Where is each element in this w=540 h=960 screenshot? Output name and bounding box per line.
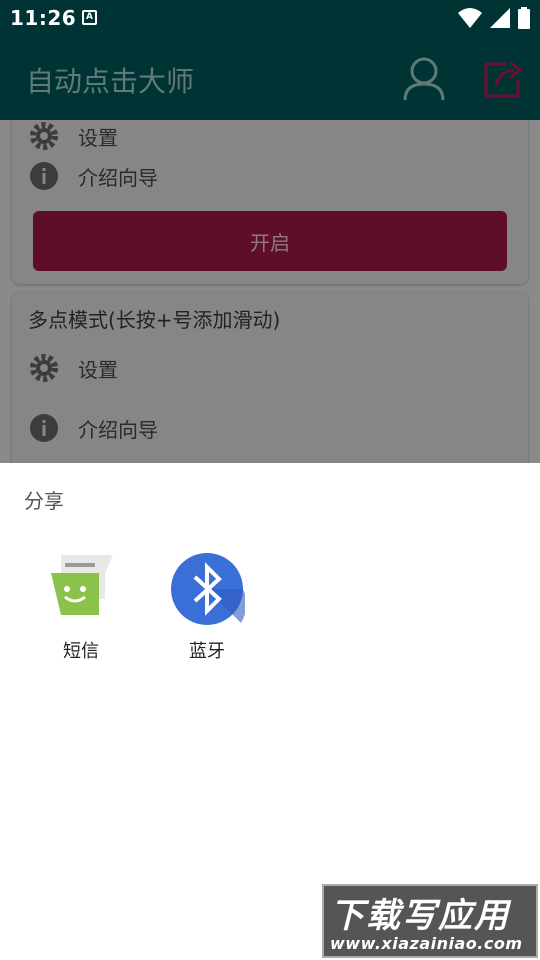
info-icon [28,160,60,192]
guide-label: 介绍向导 [78,165,158,190]
app-bar: 自动点击大师 [0,36,540,120]
share-target-bluetooth[interactable]: 蓝牙 [157,551,257,663]
main-content: 设置 介绍向导 开启 多点模式(长按+号添加滑动) 设置 介绍向导 [0,120,540,463]
multi-point-card: 多点模式(长按+号添加滑动) 设置 介绍向导 [12,292,528,463]
signal-icon [490,8,510,28]
app-title: 自动点击大师 [26,65,195,98]
user-button[interactable] [402,56,446,102]
share-target-label: 蓝牙 [189,641,225,662]
messaging-icon [43,551,119,627]
share-target-messaging[interactable]: 短信 [31,551,131,663]
wifi-icon [458,8,482,28]
status-icons [458,6,530,30]
share-button[interactable] [482,58,524,100]
gear-icon [28,352,60,384]
share-sheet-title: 分享 [24,489,64,513]
single-point-card: 设置 介绍向导 开启 [12,120,528,284]
watermark-text: 下载写应用 [330,896,510,936]
status-bar: 11:26 A [0,0,540,36]
notification-icon: A [82,10,97,25]
battery-icon [518,7,530,29]
watermark-logo: 下载写应用 www.xiazainiao.com [322,884,538,958]
gear-icon [28,120,60,152]
share-icon [484,60,523,98]
multi-point-title: 多点模式(长按+号添加滑动) [28,308,281,332]
share-target-label: 短信 [63,641,99,662]
settings-label: 设置 [78,357,118,382]
guide-row[interactable]: 介绍向导 [28,158,158,194]
guide-row[interactable]: 介绍向导 [28,410,158,446]
bluetooth-icon [169,551,247,627]
status-time: 11:26 [10,6,77,30]
settings-row[interactable]: 设置 [28,120,118,154]
info-icon [28,412,60,444]
settings-row[interactable]: 设置 [28,350,118,386]
guide-label: 介绍向导 [78,417,158,442]
start-button[interactable]: 开启 [33,211,507,271]
person-icon [403,57,445,101]
watermark-url: www.xiazainiao.com [330,934,523,953]
settings-label: 设置 [78,125,118,150]
